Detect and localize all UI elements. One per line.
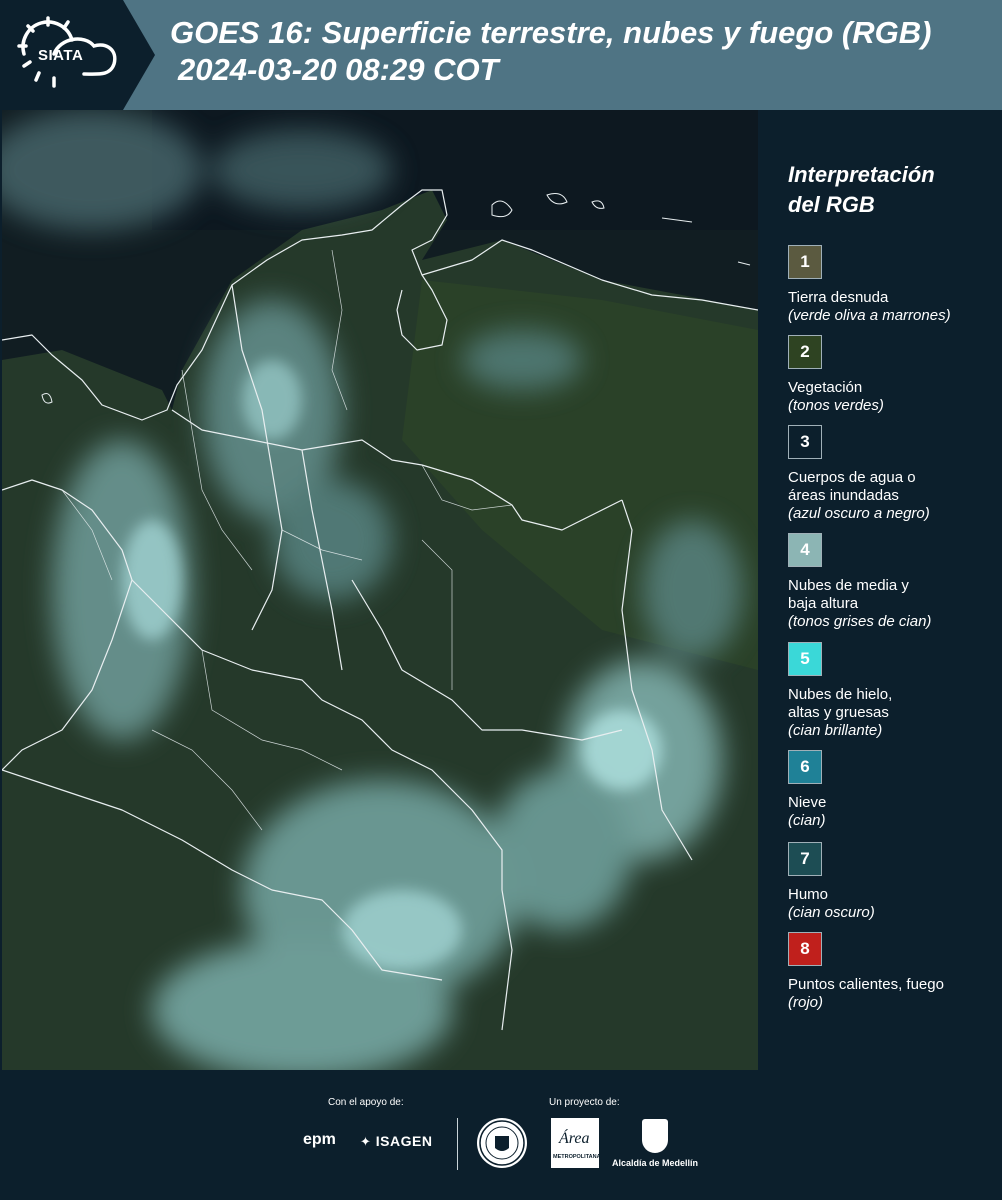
antioquia-seal-logo[interactable]	[477, 1118, 527, 1168]
satellite-image	[2, 110, 758, 1070]
title-timestamp: 2024-03-20 08:29 COT	[178, 52, 499, 87]
legend-label-1: Tierra desnuda	[788, 289, 889, 306]
seal-icon	[479, 1120, 525, 1166]
header-bar: SIATA GOES 16: Superficie terrestre, nub…	[0, 0, 1002, 110]
isagen-logo[interactable]: ✦ ISAGEN	[360, 1133, 432, 1150]
support-label: Con el apoyo de:	[328, 1097, 404, 1108]
area-metro-name: Área	[559, 1130, 590, 1147]
legend-label-3: Cuerpos de agua o áreas inundadas	[788, 469, 916, 504]
area-metropolitana-logo[interactable]: Área METROPOLITANA	[551, 1118, 601, 1168]
title-product: GOES 16: Superficie terrestre, nubes y f…	[170, 15, 932, 50]
legend-item-bare-soil: 1 Tierra desnuda (verde oliva a marrones…	[788, 245, 988, 325]
legend-swatch-6: 6	[788, 750, 822, 784]
footer-divider	[457, 1118, 458, 1170]
legend-label-6: Nieve	[788, 794, 827, 811]
legend-title: Interpretación del RGB	[788, 160, 988, 220]
legend-item-smoke: 7 Humo (cian oscuro)	[788, 842, 988, 922]
legend-sub-6: (cian)	[788, 812, 826, 829]
legend-item-snow: 6 Nieve (cian)	[788, 750, 988, 830]
legend-swatch-5: 5	[788, 642, 822, 676]
legend-swatch-7: 7	[788, 842, 822, 876]
isagen-logo-text: ISAGEN	[375, 1133, 433, 1149]
legend-label-8: Puntos calientes, fuego	[788, 976, 944, 993]
page-title: GOES 16: Superficie terrestre, nubes y f…	[170, 14, 931, 88]
alcaldia-medellin-logo[interactable]: Alcaldía de Medellín	[612, 1158, 698, 1168]
legend-item-ice-clouds: 5 Nubes de hielo, altas y gruesas (cian …	[788, 642, 988, 740]
legend-label-7: Humo	[788, 886, 829, 903]
legend-swatch-3: 3	[788, 425, 822, 459]
area-metro-sub: METROPOLITANA	[553, 1154, 601, 1160]
legend-item-water: 3 Cuerpos de agua o áreas inundadas (azu…	[788, 425, 988, 523]
legend-sub-3: (azul oscuro a negro)	[788, 505, 930, 522]
legend-swatch-8: 8	[788, 932, 822, 966]
legend-sub-2: (tonos verdes)	[788, 397, 884, 414]
alcaldia-crest-icon	[642, 1119, 668, 1153]
legend-sub-8: (rojo)	[788, 994, 824, 1011]
legend-swatch-4: 4	[788, 533, 822, 567]
epm-logo[interactable]: epm	[303, 1131, 336, 1149]
legend-label-2: Vegetación	[788, 379, 863, 396]
legend-title-line2: del RGB	[788, 192, 875, 217]
legend-title-line1: Interpretación	[788, 162, 935, 187]
legend-label-4: Nubes de media y baja altura	[788, 577, 909, 612]
siata-logo[interactable]: SIATA	[0, 0, 155, 110]
legend-sub-1: (verde oliva a marrones)	[788, 307, 951, 324]
legend-sub-4: (tonos grises de cian)	[788, 613, 932, 630]
legend-swatch-1: 1	[788, 245, 822, 279]
satellite-map[interactable]	[2, 110, 758, 1070]
project-label: Un proyecto de:	[549, 1097, 620, 1108]
legend-item-low-clouds: 4 Nubes de media y baja altura (tonos gr…	[788, 533, 988, 631]
legend-item-fire: 8 Puntos calientes, fuego (rojo)	[788, 932, 988, 1012]
legend-sub-7: (cian oscuro)	[788, 904, 875, 921]
legend-swatch-2: 2	[788, 335, 822, 369]
siata-logo-text: SIATA	[38, 47, 84, 64]
legend-sub-5: (cian brillante)	[788, 722, 883, 739]
legend-label-5: Nubes de hielo, altas y gruesas	[788, 686, 893, 721]
rgb-legend: Interpretación del RGB 1 Tierra desnuda …	[788, 160, 988, 1011]
isagen-leaf-icon: ✦	[360, 1134, 372, 1149]
legend-item-vegetation: 2 Vegetación (tonos verdes)	[788, 335, 988, 415]
